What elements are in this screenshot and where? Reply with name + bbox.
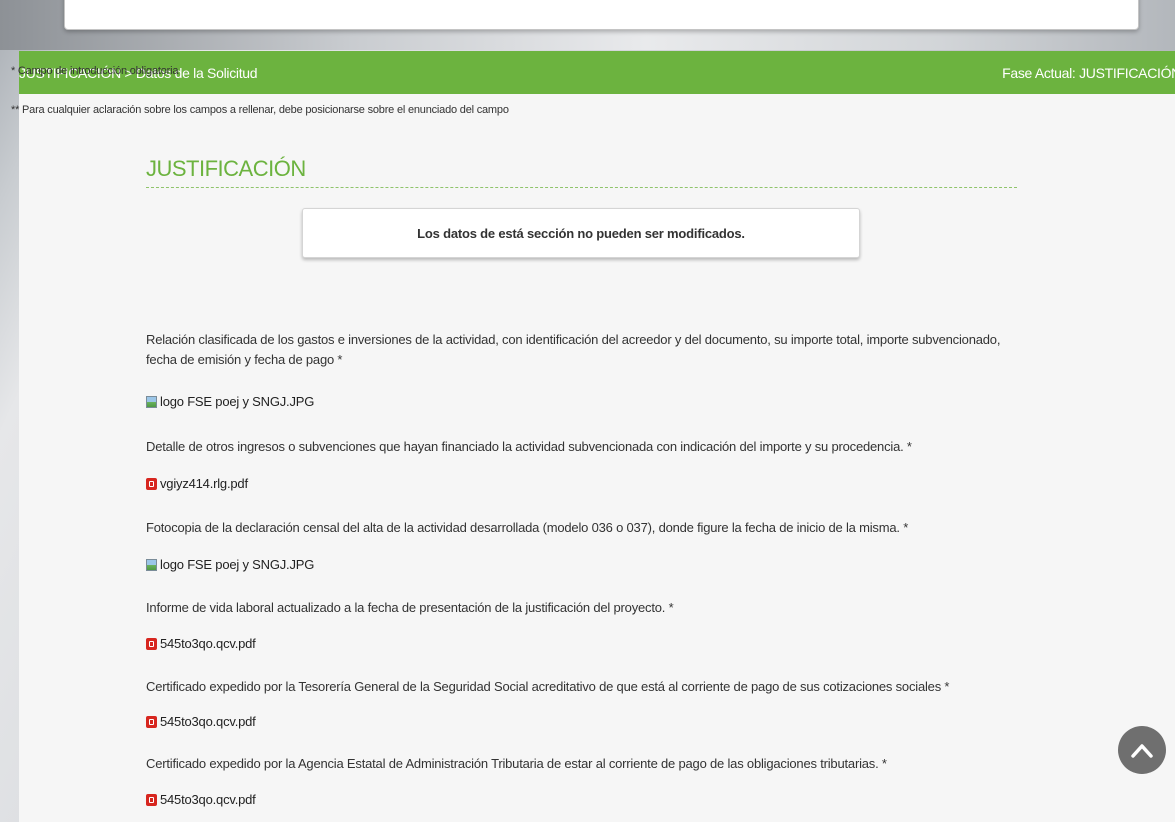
field-label: Certificado expedido por la Tesorería Ge…: [146, 679, 950, 694]
file-name: 545to3qo.qcv.pdf: [160, 792, 256, 807]
file-name: 545to3qo.qcv.pdf: [160, 714, 256, 729]
attached-file-link[interactable]: logo FSE poej y SNGJ.JPG: [146, 557, 314, 572]
attached-file-link[interactable]: 545to3qo.qcv.pdf: [146, 792, 256, 807]
file-name: vgiyz414.rlg.pdf: [160, 476, 248, 491]
readonly-message: Los datos de está sección no pueden ser …: [417, 225, 745, 241]
field-label: Certificado expedido por la Agencia Esta…: [146, 756, 887, 771]
image-file-icon: [146, 558, 157, 571]
help-note: ** Para cualquier aclaración sobre los c…: [11, 104, 509, 116]
pdf-file-icon: [146, 793, 157, 806]
field-label: Fotocopia de la declaración censal del a…: [146, 520, 909, 535]
file-name: logo FSE poej y SNGJ.JPG: [160, 557, 315, 572]
chevron-up-icon: [1131, 744, 1153, 758]
field-label: Relación clasificada de los gastos e inv…: [146, 332, 1001, 367]
attached-file-link[interactable]: 545to3qo.qcv.pdf: [146, 636, 256, 651]
pdf-file-icon: [146, 715, 157, 728]
file-name: logo FSE poej y SNGJ.JPG: [160, 394, 315, 409]
file-name: 545to3qo.qcv.pdf: [160, 636, 256, 651]
scroll-top-button[interactable]: [1118, 726, 1166, 774]
field-label: Informe de vida laboral actualizado a la…: [146, 600, 674, 615]
pdf-file-icon: [146, 477, 157, 490]
pdf-file-icon: [146, 637, 157, 650]
field-label: Detalle de otros ingresos o subvenciones…: [146, 439, 912, 454]
required-note: * Campo de introducción obligatoria: [11, 65, 179, 77]
image-file-icon: [146, 395, 157, 408]
section-title: JUSTIFICACIÓN: [146, 156, 1017, 188]
readonly-info-box: Los datos de está sección no pueden ser …: [302, 208, 860, 258]
phase-bar: JUSTIFICACIÓN > Datos de la Solicitud Fa…: [19, 51, 1175, 94]
attached-file-link[interactable]: vgiyz414.rlg.pdf: [146, 476, 248, 491]
attached-file-link[interactable]: logo FSE poej y SNGJ.JPG: [146, 394, 314, 409]
previous-panel-card: [64, 0, 1139, 30]
current-phase: Fase Actual: JUSTIFICACIÓN: [1002, 64, 1175, 81]
attached-file-link[interactable]: 545to3qo.qcv.pdf: [146, 714, 256, 729]
